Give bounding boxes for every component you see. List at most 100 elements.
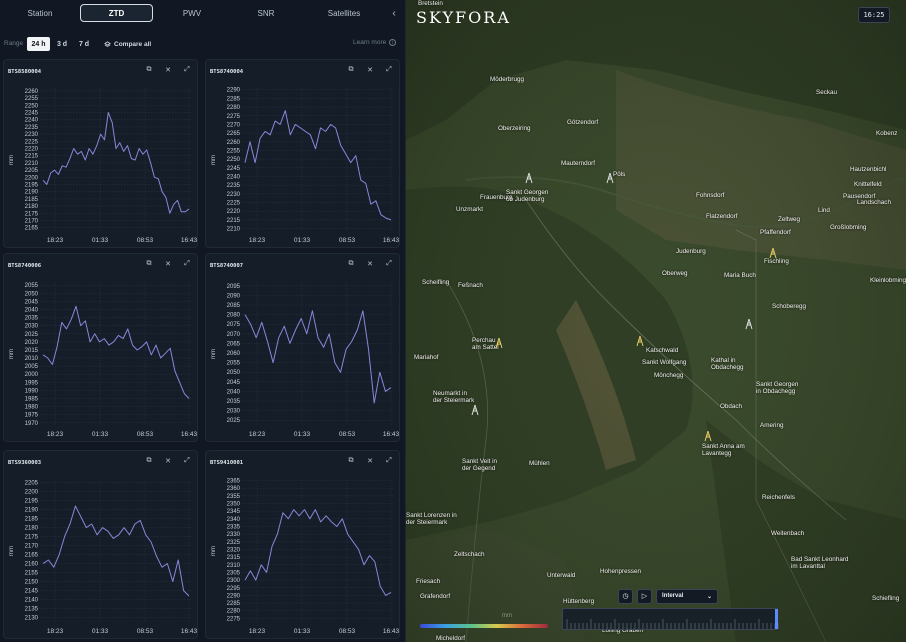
y-tick-label: 2350: [227, 502, 241, 508]
tab-satellites[interactable]: Satellites: [318, 4, 370, 22]
y-tick-label: 2090: [227, 293, 241, 299]
x-tick-label: 08:53: [137, 237, 154, 244]
station-tower-icon[interactable]: [703, 430, 713, 442]
learn-more-link[interactable]: Learn more i: [353, 39, 397, 46]
timeline-handle[interactable]: [775, 609, 778, 629]
close-icon[interactable]: ✕: [366, 260, 374, 268]
y-tick-label: 2180: [25, 526, 39, 532]
expand-icon[interactable]: ⤢: [385, 260, 393, 268]
y-axis-label: mm: [211, 349, 217, 359]
y-tick-label: 2240: [227, 174, 241, 180]
expand-icon[interactable]: ⤢: [385, 66, 393, 74]
chevron-left-icon[interactable]: ‹: [388, 6, 400, 20]
close-icon[interactable]: ✕: [164, 457, 172, 465]
range-bar: Range 24 h 3 d 7 d Compare all Learn mor…: [0, 36, 405, 54]
x-tick-label: 08:53: [339, 237, 356, 244]
place-label: Fohnsdorf: [696, 192, 725, 199]
chart-card: BTS9360003 ⧉ ✕ ⤢ 2130 2135 2140 2145 2150 2155 216…: [3, 450, 198, 639]
card-actions: ⧉ ✕ ⤢: [145, 66, 191, 74]
close-icon[interactable]: ✕: [164, 260, 172, 268]
copy-icon[interactable]: ⧉: [347, 457, 355, 465]
tab-ztd[interactable]: ZTD: [80, 4, 153, 22]
tab-snr[interactable]: SNR: [240, 4, 292, 22]
timeline-ticks: [566, 619, 780, 629]
timeline-scrubber[interactable]: [562, 608, 780, 630]
compare-all-button[interactable]: Compare all: [104, 37, 151, 51]
compare-all-label: Compare all: [114, 40, 152, 48]
range-7d-button[interactable]: 7 d: [76, 37, 92, 51]
chart-card: BTS9410001 ⧉ ✕ ⤢ 2275 2280 2285 2290 2295 2300 230…: [205, 450, 400, 639]
close-icon[interactable]: ✕: [366, 66, 374, 74]
copy-icon[interactable]: ⧉: [145, 66, 153, 74]
chart-card: BTS8740006 ⧉ ✕ ⤢ 1970 1975 1980 1985 1990 1995 200…: [3, 253, 198, 442]
expand-icon[interactable]: ⤢: [385, 457, 393, 465]
place-label: Bad Sankt Leonhard im Lavanttal: [791, 556, 849, 571]
ztd-line-chart: 2025 2030 2035 2040 2045 2050 2055 2060 2065 2070…: [211, 282, 400, 438]
range-24h-button[interactable]: 24 h: [27, 37, 50, 51]
place-label: Mariahof: [414, 354, 439, 361]
station-tower-icon[interactable]: [635, 335, 645, 347]
y-tick-label: 2360: [227, 486, 241, 492]
copy-icon[interactable]: ⧉: [347, 260, 355, 268]
copy-icon[interactable]: ⧉: [145, 457, 153, 465]
chart-title: BTS8740006: [8, 263, 42, 269]
y-tick-label: 2340: [227, 517, 241, 523]
y-tick-label: 2255: [227, 148, 241, 154]
place-label: Katschwald: [646, 347, 679, 354]
copy-icon[interactable]: ⧉: [145, 260, 153, 268]
copy-icon[interactable]: ⧉: [347, 66, 355, 74]
tab-station[interactable]: Station: [14, 4, 66, 22]
y-tick-label: 2355: [227, 494, 241, 500]
close-icon[interactable]: ✕: [366, 457, 374, 465]
y-tick-label: 2130: [25, 616, 39, 622]
expand-icon[interactable]: ⤢: [183, 457, 191, 465]
clock-icon[interactable]: ◷: [618, 588, 633, 604]
place-label: Oberweg: [662, 270, 688, 277]
range-3d-button[interactable]: 3 d: [54, 37, 70, 51]
map-view[interactable]: SKYFORA 16:25 Bretstein Möderbrugg Seckau O…: [406, 0, 906, 642]
y-tick-label: 2160: [25, 562, 39, 568]
place-label: Bretstein: [418, 0, 443, 7]
y-tick-label: 2325: [227, 540, 241, 546]
x-tick-label: 01:33: [294, 628, 311, 635]
y-tick-label: 2285: [227, 96, 241, 102]
interval-select[interactable]: Interval ⌄: [656, 588, 718, 604]
colorscale-legend: [420, 624, 548, 628]
y-tick-label: 2030: [25, 324, 39, 330]
y-tick-label: 2230: [227, 192, 241, 198]
y-axis-label: mm: [9, 155, 15, 165]
y-tick-label: 2235: [25, 125, 39, 131]
y-axis-label: mm: [211, 546, 217, 556]
x-tick-label: 16:43: [383, 431, 400, 438]
y-tick-label: 2060: [227, 351, 241, 357]
station-tower-icon[interactable]: [605, 172, 615, 184]
station-tower-icon[interactable]: [494, 337, 504, 349]
place-label: Maria Buch: [724, 272, 756, 279]
play-icon[interactable]: ▷: [637, 588, 652, 604]
y-tick-label: 2290: [227, 593, 241, 599]
station-tower-icon[interactable]: [768, 247, 778, 259]
station-panel: Station ZTD PWV SNR Satellites ‹ Range 2…: [0, 0, 406, 642]
tab-pwv[interactable]: PWV: [166, 4, 218, 22]
y-tick-label: 2165: [25, 226, 39, 232]
close-icon[interactable]: ✕: [164, 66, 172, 74]
y-tick-label: 1980: [25, 405, 39, 411]
y-tick-label: 2255: [25, 96, 39, 102]
y-tick-label: 2265: [227, 131, 241, 137]
y-tick-label: 2300: [227, 578, 241, 584]
expand-icon[interactable]: ⤢: [183, 260, 191, 268]
place-label: Unterwald: [547, 572, 576, 579]
station-tower-icon[interactable]: [524, 172, 534, 184]
y-tick-label: 1975: [25, 413, 39, 419]
x-tick-label: 01:33: [92, 431, 109, 438]
place-label: Fischling: [764, 258, 789, 265]
place-label: Judenburg: [676, 248, 706, 255]
place-label: Sankt Veit in der Gegend: [462, 458, 498, 473]
place-label: Kathal in Obdachegg: [711, 357, 744, 372]
y-tick-label: 2275: [227, 616, 241, 622]
place-label: Sankt Georgen ob Judenburg: [506, 189, 549, 204]
expand-icon[interactable]: ⤢: [183, 66, 191, 74]
y-tick-label: 2015: [25, 348, 39, 354]
station-tower-icon[interactable]: [744, 318, 754, 330]
station-tower-icon[interactable]: [470, 404, 480, 416]
